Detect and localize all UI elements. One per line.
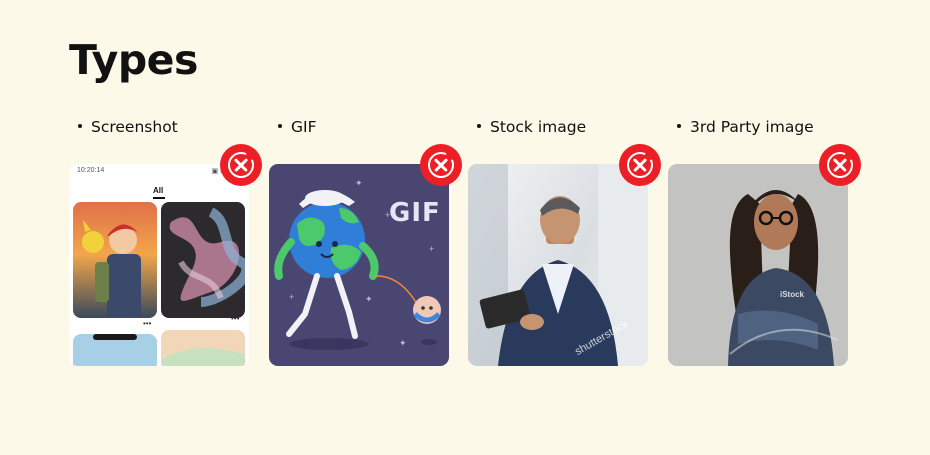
smoke-pin-image xyxy=(161,202,245,318)
businessman-photo xyxy=(468,164,648,366)
phone-pin-image xyxy=(73,334,157,366)
type-label: 3rd Party image xyxy=(677,118,814,136)
type-label: Stock image xyxy=(477,118,586,136)
type-label: GIF xyxy=(278,118,317,136)
type-item-third-party-image: 3rd Party image iStock xyxy=(668,0,868,455)
pastel-pin-image xyxy=(161,330,245,366)
type-item-screenshot: Screenshot 10:20:14 ▣ ◉ ▲ ▮ All xyxy=(69,0,269,455)
type-item-stock-image: Stock image shutterstock xyxy=(468,0,668,455)
earth-character-illustration xyxy=(274,190,441,350)
type-label: Screenshot xyxy=(78,118,178,136)
third-watermark: iStock xyxy=(780,290,805,299)
status-bar: 10:20:14 ▣ ◉ ▲ ▮ xyxy=(77,167,241,175)
third-party-image-thumbnail: iStock xyxy=(668,164,848,366)
tab-all: All xyxy=(153,186,164,195)
more-icon: ••• xyxy=(231,314,240,323)
woman-photo xyxy=(728,190,839,366)
screenshot-thumbnail: 10:20:14 ▣ ◉ ▲ ▮ All ••• ••• xyxy=(69,164,249,366)
type-item-gif: GIF GIF ✦ + ✦ + + ✦ xyxy=(269,0,469,455)
rejected-x-icon xyxy=(420,144,462,186)
rejected-x-icon xyxy=(619,144,661,186)
status-time: 10:20:14 xyxy=(77,167,105,174)
rejected-x-icon xyxy=(220,144,262,186)
more-icon: ••• xyxy=(143,319,152,328)
tab-underline xyxy=(153,197,165,199)
anime-pin-image xyxy=(73,202,157,318)
gif-thumbnail: GIF ✦ + ✦ + + ✦ xyxy=(269,164,449,366)
rejected-x-icon xyxy=(819,144,861,186)
stock-image-thumbnail: shutterstock xyxy=(468,164,648,366)
